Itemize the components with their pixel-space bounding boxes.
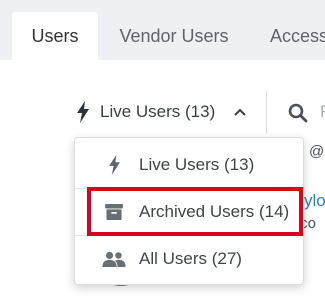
user-filter-toggle[interactable]: Live Users (13): [76, 98, 247, 126]
search-icon[interactable]: [288, 103, 308, 123]
menu-item-live-users[interactable]: Live Users (13): [75, 142, 303, 188]
tab-bar: Users Vendor Users Access: [0, 12, 325, 60]
tab-users[interactable]: Users: [12, 12, 98, 60]
tab-vendor-users[interactable]: Vendor Users: [104, 12, 244, 60]
users-icon: [102, 251, 126, 267]
archived-users-highlight: [87, 187, 303, 236]
bolt-icon: [77, 101, 89, 123]
row-name-link-fragment[interactable]: ylo: [304, 191, 325, 211]
filter-selected-label: Live Users (13): [100, 102, 216, 121]
tab-access[interactable]: Access: [256, 12, 325, 60]
row-email-fragment: @m: [309, 143, 325, 160]
menu-item-label: Live Users (13): [139, 155, 255, 174]
menu-item-label: All Users (27): [139, 249, 242, 268]
bolt-icon: [108, 155, 120, 175]
app-root: Users Vendor Users Access Live Users (13…: [0, 0, 325, 301]
toolbar-divider: [266, 90, 267, 134]
chevron-up-icon: [234, 108, 246, 116]
search-input-placeholder[interactable]: F: [320, 102, 325, 122]
menu-item-all-users[interactable]: All Users (27): [75, 236, 303, 282]
